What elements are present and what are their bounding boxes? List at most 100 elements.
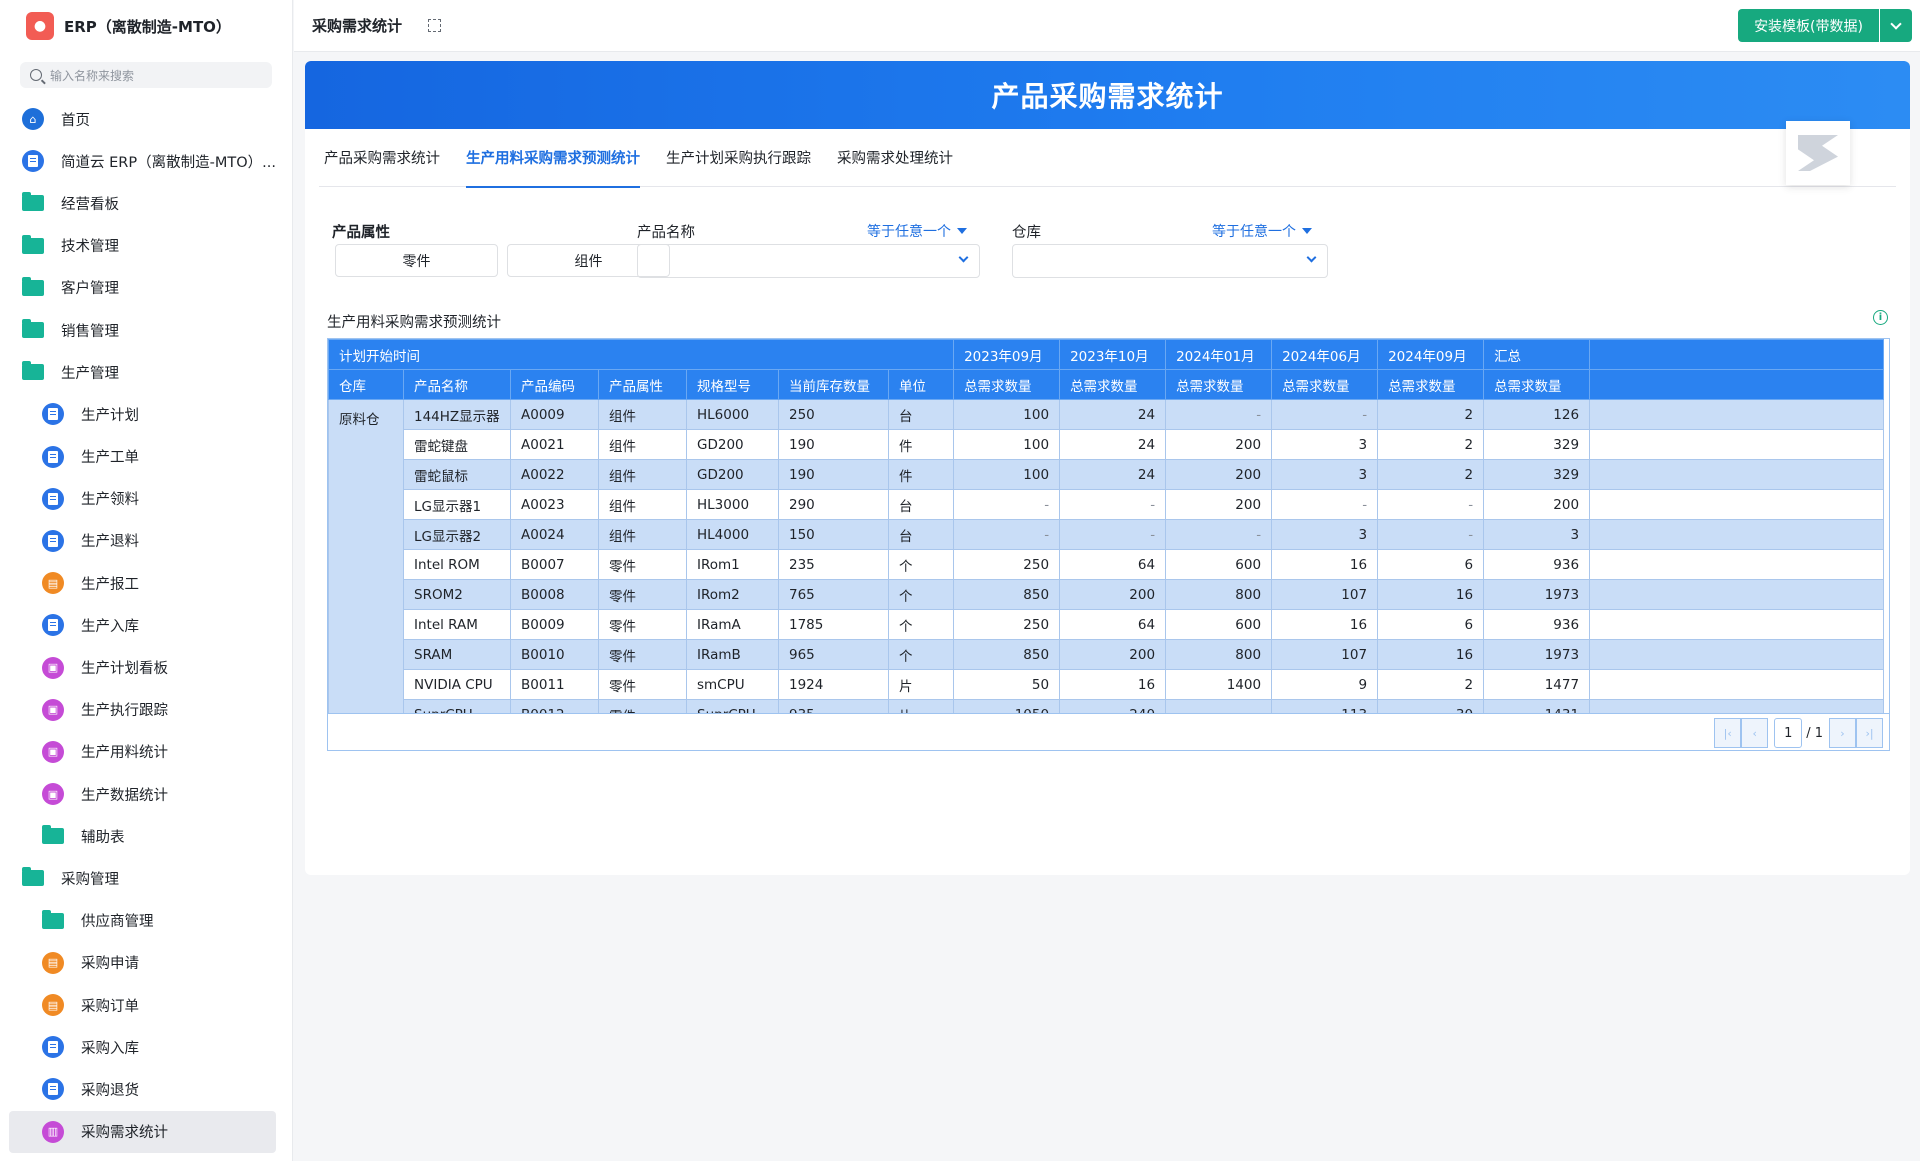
sidebar-item-label: 生产报工 (81, 576, 139, 593)
demand-cell: - (953, 489, 1061, 520)
table-row: Intel RAM B0009 零件 IRamA 1785 个 250 64 600 16 6 936 (329, 609, 1885, 640)
sidebar-item-purchase-request[interactable]: ▤ 采购申请 (0, 942, 292, 984)
demand-cell: 16 (1271, 549, 1379, 580)
sidebar-item-tech[interactable]: 技术管理 (0, 225, 292, 267)
table-cell: 235 (778, 549, 889, 580)
sidebar-item-execution-tracking[interactable]: ▣ 生产执行跟踪 (0, 689, 292, 731)
sidebar-item-label: 辅助表 (81, 829, 125, 846)
filter-name-label: 产品名称 (637, 225, 695, 241)
last-page-icon[interactable]: ›| (1856, 718, 1883, 748)
operator-text: 等于任意一个 (867, 224, 951, 240)
sidebar-item-customer[interactable]: 客户管理 (0, 267, 292, 309)
demand-cell: - (1271, 399, 1379, 430)
demand-cell: 50 (953, 669, 1061, 700)
measure-header: 总需求数量 (1165, 369, 1273, 400)
page-number-input[interactable]: 1 (1774, 718, 1803, 748)
install-template-label[interactable]: 安装模板(带数据) (1738, 9, 1880, 42)
pagination-bar: |‹ ‹ 1 / 1 › ›| (328, 713, 1889, 750)
sidebar-item-sales[interactable]: 销售管理 (0, 309, 292, 351)
next-page-icon[interactable]: › (1829, 718, 1856, 748)
dashboard-card: 产品采购需求统计 产品采购需求统计 生产用料采购需求预测统计 生产计划采购执行跟… (305, 61, 1910, 875)
install-template-button[interactable]: 安装模板(带数据) (1738, 9, 1912, 42)
sidebar-search-input[interactable]: 输入名称来搜索 (20, 62, 272, 88)
table-cell: 零件 (598, 579, 687, 610)
table-cell: 台 (887, 489, 955, 520)
warehouse-cell: 原料仓 (328, 399, 404, 730)
sidebar-item-material-stats[interactable]: ▣ 生产用料统计 (0, 731, 292, 773)
sidebar-item-material-return[interactable]: 生产退料 (0, 520, 292, 562)
table-body: 原料仓 144HZ显示器 A0009 组件 HL6000 250 台 100 24- -2 126 雷… (328, 399, 1885, 730)
brand-logo-icon (1786, 121, 1850, 185)
prev-page-icon[interactable]: ‹ (1741, 718, 1769, 748)
total-header: 汇总 (1483, 339, 1591, 370)
sidebar-item-production-inbound[interactable]: 生产入库 (0, 604, 292, 646)
sidebar-item-production[interactable]: 生产管理 (0, 351, 292, 393)
table-cell: A0023 (510, 489, 599, 520)
sidebar-item-work-report[interactable]: ▤ 生产报工 (0, 562, 292, 604)
table-cell: IRamB (686, 639, 779, 670)
demand-cell: 2 (1377, 459, 1485, 490)
period-header: 2024年09月 (1377, 339, 1485, 370)
filter-warehouse-operator[interactable]: 等于任意一个 (1212, 221, 1312, 241)
folder-icon (22, 319, 44, 339)
demand-cell: - (1377, 489, 1485, 520)
search-placeholder: 输入名称来搜索 (50, 68, 135, 83)
fullscreen-icon[interactable] (428, 19, 442, 32)
tab-plan-purchase-tracking[interactable]: 生产计划采购执行跟踪 (666, 129, 811, 187)
table-cell: LG显示器1 (403, 489, 511, 520)
table-cell: 零件 (598, 639, 687, 670)
caret-down-icon (1302, 228, 1312, 234)
demand-cell: 2 (1377, 429, 1485, 460)
demand-cell: - (1165, 399, 1273, 430)
warehouse-select[interactable] (1012, 244, 1328, 278)
demand-cell: 329 (1483, 429, 1591, 460)
filter-name-operator[interactable]: 等于任意一个 (867, 221, 967, 241)
tab-material-demand-forecast[interactable]: 生产用料采购需求预测统计 (466, 129, 640, 188)
sidebar-item-label: 简道云 ERP（离散制造-MTO）... (61, 154, 276, 171)
filter-chip-part[interactable]: 零件 (335, 244, 498, 277)
demand-cell: 100 (953, 429, 1061, 460)
document-icon (42, 445, 64, 468)
chevron-down-icon[interactable] (1880, 9, 1912, 42)
sidebar-item-purchase-return[interactable]: 采购退货 (0, 1068, 292, 1110)
blank-cell (1589, 399, 1885, 430)
sidebar-item-purchase-inbound[interactable]: 采购入库 (0, 1026, 292, 1068)
sidebar-item-purchase-demand-stats[interactable]: ▥ 采购需求统计 (9, 1110, 276, 1153)
table-cell: 组件 (598, 459, 687, 490)
first-page-icon[interactable]: |‹ (1714, 718, 1742, 748)
sidebar-item-work-order[interactable]: 生产工单 (0, 436, 292, 478)
sidebar-item-production-data-stats[interactable]: ▣ 生产数据统计 (0, 773, 292, 815)
table-cell: 组件 (598, 489, 687, 520)
table-cell: smCPU (686, 669, 779, 700)
sidebar-item-supplier[interactable]: 供应商管理 (0, 900, 292, 942)
sidebar-item-production-plan[interactable]: 生产计划 (0, 393, 292, 435)
sidebar-item-label: 采购退货 (81, 1082, 139, 1099)
demand-cell: 1477 (1483, 669, 1591, 700)
document-icon (42, 1078, 64, 1101)
table-cell: A0009 (510, 399, 599, 430)
sidebar-item-purchase-order[interactable]: ▤ 采购订单 (0, 984, 292, 1026)
table-cell: 1785 (778, 609, 889, 640)
sidebar-item-auxiliary[interactable]: 辅助表 (0, 815, 292, 857)
table-cell: 台 (887, 399, 955, 430)
tab-product-purchase-demand[interactable]: 产品采购需求统计 (324, 129, 440, 187)
demand-cell: 2 (1377, 399, 1485, 430)
sidebar-item-purchasing[interactable]: 采购管理 (0, 857, 292, 899)
blank-cell (1589, 519, 1885, 550)
table-cell: 1924 (778, 669, 889, 700)
sidebar-item-home[interactable]: ⌂ 首页 (0, 98, 292, 140)
sidebar-item-material-issue[interactable]: 生产领料 (0, 478, 292, 520)
sidebar-item-label: 经营看板 (61, 196, 119, 213)
app-header[interactable]: ● ERP（离散制造-MTO） (0, 0, 292, 52)
tab-demand-processing-stats[interactable]: 采购需求处理统计 (837, 129, 953, 187)
pivot-table-grid: 计划开始时间 2023年09月 2023年10月 2024年01月 2024年0… (328, 339, 1885, 730)
banner-title: 产品采购需求统计 (305, 61, 1910, 129)
document-icon (42, 1036, 64, 1059)
sidebar-item-erp-intro[interactable]: 简道云 ERP（离散制造-MTO）... (0, 140, 292, 182)
product-name-select[interactable] (637, 244, 980, 278)
sidebar-item-dashboard[interactable]: 经营看板 (0, 182, 292, 224)
sidebar: ● ERP（离散制造-MTO） 输入名称来搜索 ⌂ 首页 简道云 ERP（离散制造… (0, 0, 293, 1161)
sidebar-item-plan-board[interactable]: ▣ 生产计划看板 (0, 646, 292, 688)
info-icon[interactable]: i (1873, 310, 1888, 325)
sidebar-item-label: 生产入库 (81, 618, 139, 635)
